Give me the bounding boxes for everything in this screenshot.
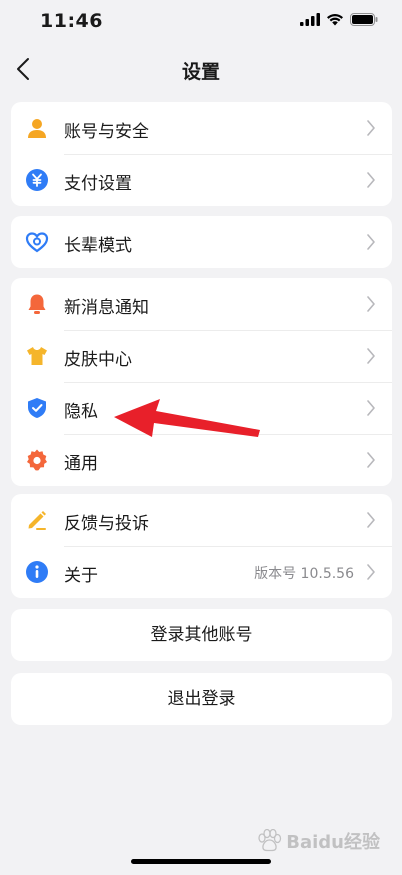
settings-group-account: 账号与安全 支付设置 bbox=[11, 102, 392, 206]
settings-item-label: 皮肤中心 bbox=[64, 350, 132, 370]
chevron-right-icon bbox=[367, 348, 375, 364]
status-time: 11:46 bbox=[40, 10, 103, 32]
settings-item-account-security[interactable]: 账号与安全 bbox=[11, 102, 392, 154]
chevron-right-icon bbox=[367, 172, 375, 188]
settings-item-skin-center[interactable]: 皮肤中心 bbox=[11, 330, 392, 382]
chevron-right-icon bbox=[367, 400, 375, 416]
settings-item-label: 长辈模式 bbox=[64, 236, 132, 256]
gear-icon bbox=[27, 449, 47, 471]
settings-item-notifications[interactable]: 新消息通知 bbox=[11, 278, 392, 330]
annotation-arrow-icon bbox=[114, 399, 260, 437]
settings-item-label: 新消息通知 bbox=[64, 298, 149, 318]
watermark-text: Baidu经验 bbox=[286, 832, 380, 853]
version-value: 版本号 10.5.56 bbox=[254, 566, 354, 582]
user-icon bbox=[28, 119, 46, 138]
page-title: 设置 bbox=[181, 61, 220, 83]
yuan-icon bbox=[26, 169, 48, 191]
chevron-right-icon bbox=[367, 512, 375, 528]
settings-item-label: 隐私 bbox=[64, 402, 98, 422]
heart-icon bbox=[25, 232, 49, 253]
settings-item-label: 通用 bbox=[64, 454, 98, 474]
nav-bar: 设置 bbox=[0, 46, 402, 92]
settings-item-feedback[interactable]: 反馈与投诉 bbox=[11, 494, 392, 546]
status-bar: 11:46 bbox=[0, 0, 402, 46]
info-icon bbox=[26, 561, 48, 583]
login-other-account-button[interactable]: 登录其他账号 bbox=[11, 609, 392, 661]
settings-item-elder-mode[interactable]: 长辈模式 bbox=[11, 216, 392, 268]
wifi-icon bbox=[327, 13, 343, 26]
settings-group-support: 反馈与投诉 关于 版本号 10.5.56 bbox=[11, 494, 392, 598]
settings-group-elder: 长辈模式 bbox=[11, 216, 392, 268]
chevron-right-icon bbox=[367, 452, 375, 468]
pencil-icon bbox=[28, 511, 46, 530]
settings-item-label: 账号与安全 bbox=[64, 122, 149, 142]
home-indicator[interactable] bbox=[131, 859, 271, 864]
battery-icon bbox=[350, 13, 378, 26]
status-icons bbox=[300, 13, 378, 26]
watermark: Baidu经验 bbox=[256, 828, 380, 854]
settings-item-payment[interactable]: 支付设置 bbox=[11, 154, 392, 206]
settings-item-label: 支付设置 bbox=[64, 174, 132, 194]
chevron-right-icon bbox=[367, 296, 375, 312]
settings-group-general: 新消息通知 皮肤中心 隐私 通用 bbox=[11, 278, 392, 486]
settings-item-about[interactable]: 关于 版本号 10.5.56 bbox=[11, 546, 392, 598]
chevron-right-icon bbox=[367, 120, 375, 136]
chevron-right-icon bbox=[367, 564, 375, 580]
shirt-icon bbox=[27, 347, 47, 365]
bell-icon bbox=[28, 294, 46, 314]
signal-icon bbox=[300, 13, 320, 26]
logout-button[interactable]: 退出登录 bbox=[11, 673, 392, 725]
chevron-right-icon bbox=[367, 234, 375, 250]
paw-icon bbox=[258, 829, 282, 852]
settings-item-label: 关于 bbox=[64, 566, 98, 586]
shield-icon bbox=[28, 398, 46, 418]
settings-item-label: 反馈与投诉 bbox=[64, 514, 149, 534]
